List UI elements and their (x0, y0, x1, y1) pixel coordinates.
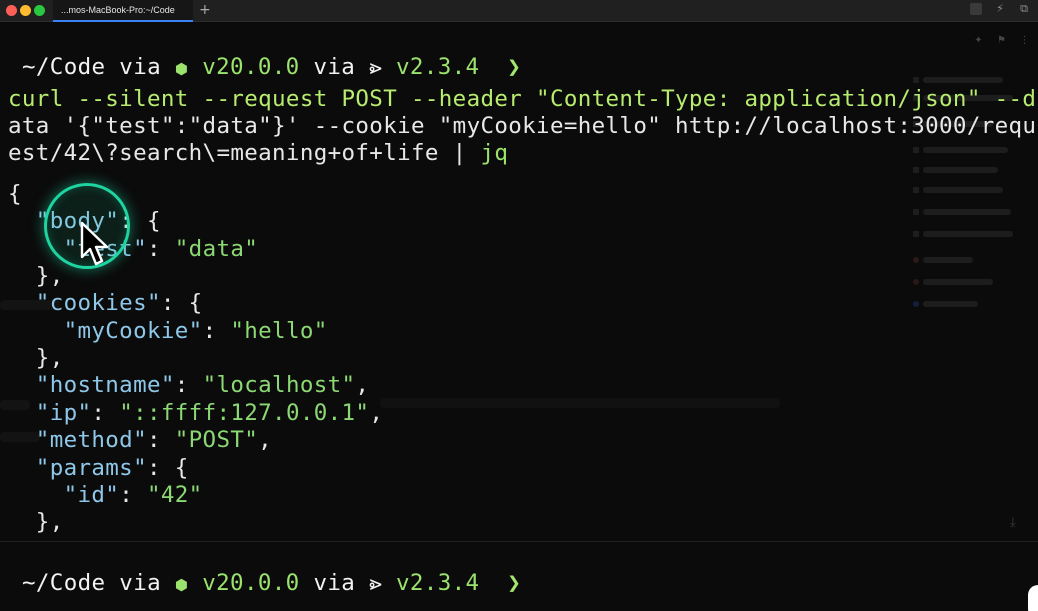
json-value-mycookie: "hello" (230, 318, 328, 344)
json-method-line: "method": "POST", (35, 427, 273, 453)
command-jq: jq (480, 140, 509, 166)
json-cookies-line: "cookies": { (35, 290, 203, 316)
prompt-via: via (119, 570, 161, 596)
json-close-line: }, (8, 509, 64, 535)
json-key-params: "params" (35, 455, 147, 481)
node-version: v20.0.0 (202, 570, 300, 596)
tabbar-actions: ⚡ ⧉ (970, 3, 1030, 15)
tool-icon: ⩺ (369, 54, 383, 80)
close-window-button[interactable] (6, 5, 17, 16)
json-key-id: "id" (63, 482, 120, 508)
json-close-line: }, (8, 263, 64, 289)
prompt-via: via (119, 54, 161, 80)
json-key-hostname: "hostname" (35, 372, 175, 398)
background-file-explorer (905, 25, 1038, 315)
split-window-icon[interactable]: ⧉ (1018, 3, 1030, 15)
prompt-path: ~/Code (22, 570, 106, 596)
tool-version: v2.3.4 (396, 570, 480, 596)
json-value-hostname: "localhost" (202, 372, 356, 398)
minimize-window-button[interactable] (20, 5, 31, 16)
prompt-via: via (313, 570, 356, 596)
tool-version: v2.3.4 (396, 54, 480, 80)
json-open-brace: { (8, 181, 22, 207)
json-hostname-line: "hostname": "localhost", (35, 372, 370, 398)
json-params-line: "params": { (35, 455, 189, 481)
zoom-window-button[interactable] (34, 5, 45, 16)
chevron-icon: ❯ (507, 54, 522, 80)
node-icon: ⬢ (174, 60, 189, 78)
corner-widget (1028, 585, 1038, 611)
mouse-pointer-icon (80, 221, 109, 266)
json-key-cookies: "cookies" (35, 290, 161, 316)
command-args: est/42\?search\=meaning+of+life | (8, 140, 481, 166)
command-line-2: ata '{"test":"data"}' --cookie "myCookie… (8, 113, 1037, 139)
terminal-tab[interactable]: ...mos-MacBook-Pro:~/Code (53, 0, 193, 22)
json-id-line: "id": "42" (63, 482, 203, 508)
node-version: v20.0.0 (202, 54, 300, 80)
chevron-icon: ❯ (507, 570, 522, 596)
command-line-3: est/42\?search\=meaning+of+life | jq (8, 140, 508, 167)
json-mycookie-line: "myCookie": "hello" (63, 318, 328, 344)
json-value-method: "POST" (174, 427, 259, 453)
json-key-ip: "ip" (35, 400, 92, 426)
block-separator (0, 541, 1038, 542)
shell-prompt[interactable]: ~/Code via ⬢ v20.0.0 via ⩺ v2.3.4 ❯ (22, 570, 521, 599)
prompt-path: ~/Code (22, 54, 106, 80)
node-icon: ⬢ (174, 576, 189, 594)
shell-prompt: ~/Code via ⬢ v20.0.0 via ⩺ v2.3.4 ❯ (22, 54, 521, 83)
app-square-icon[interactable] (970, 3, 982, 15)
command-line-1: curl --silent --request POST --header "C… (8, 86, 1037, 112)
json-ip-line: "ip": "::ffff:127.0.0.1", (35, 400, 384, 426)
title-bar: ...mos-MacBook-Pro:~/Code + ⚡ ⧉ (0, 0, 1038, 22)
json-key-method: "method" (35, 427, 147, 453)
download-icon: ⤓ (1010, 515, 1016, 530)
json-value-ip: "::ffff:127.0.0.1" (119, 400, 370, 426)
tool-icon: ⩺ (369, 570, 383, 596)
lightning-icon[interactable]: ⚡ (994, 3, 1006, 15)
prompt-via: via (313, 54, 356, 80)
json-value-id: "42" (146, 482, 203, 508)
json-value-test: "data" (174, 236, 259, 262)
json-close-line: }, (8, 345, 64, 371)
new-tab-button[interactable]: + (199, 1, 211, 19)
json-key-mycookie: "myCookie" (63, 318, 203, 344)
